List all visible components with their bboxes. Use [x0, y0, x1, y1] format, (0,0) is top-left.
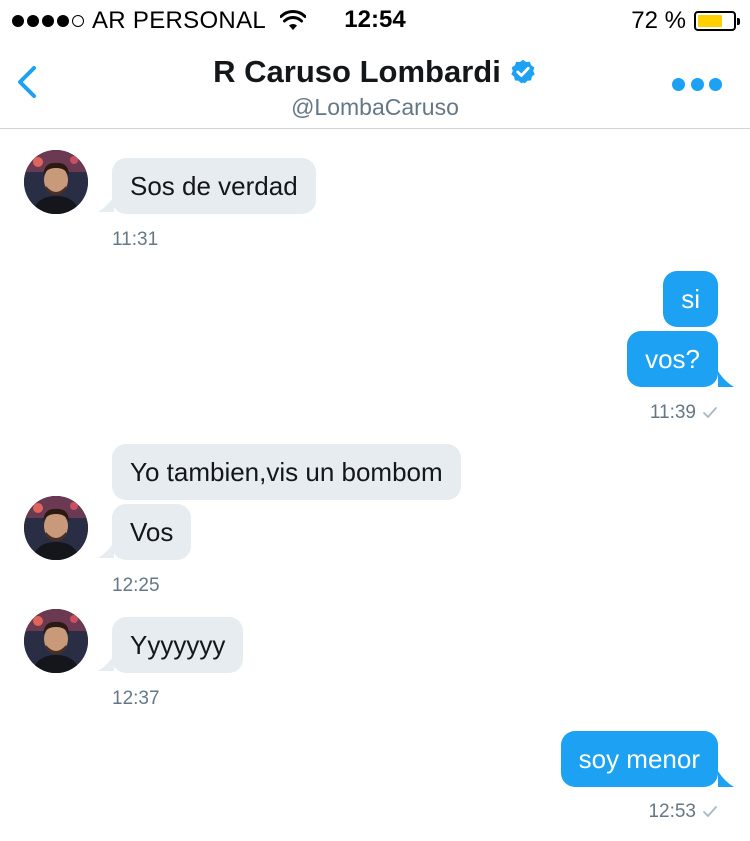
contact-avatar[interactable]: [24, 609, 88, 673]
bubble-tail: [718, 371, 734, 387]
message-timestamp: 12:53: [648, 801, 718, 823]
conversation-header: R Caruso Lombardi @LombaCaruso: [0, 40, 750, 129]
message-bubble-outgoing[interactable]: soy menor: [560, 731, 718, 787]
contact-handle: @LombaCaruso: [291, 94, 459, 120]
bubble-tail: [98, 196, 114, 212]
contact-avatar[interactable]: [24, 496, 88, 560]
battery-icon: [694, 11, 740, 31]
message-bubble-incoming[interactable]: Vos: [112, 504, 192, 560]
timestamp-text: 12:53: [648, 801, 696, 822]
contact-avatar[interactable]: [24, 150, 88, 214]
more-options-icon[interactable]: [672, 76, 722, 92]
message-timestamp: 11:31: [112, 229, 159, 250]
message-timestamp: 12:25: [112, 575, 160, 596]
read-check-icon: [703, 806, 717, 817]
message-bubble-incoming[interactable]: Yyyyyyy: [112, 617, 244, 673]
message-timestamp: 11:39: [650, 402, 718, 424]
message-timestamp: 12:37: [112, 688, 160, 709]
bubble-tail: [718, 771, 734, 787]
bubble-tail: [98, 655, 114, 671]
verified-badge-icon: [511, 59, 535, 84]
message-bubble-incoming[interactable]: Yo tambien,vis un bombom: [112, 444, 461, 500]
bubble-tail: [98, 542, 114, 558]
timestamp-text: 11:39: [649, 402, 696, 423]
message-bubble-outgoing[interactable]: vos?: [627, 331, 718, 387]
message-bubble-outgoing[interactable]: si: [663, 271, 718, 327]
message-bubble-incoming[interactable]: Sos de verdad: [112, 158, 316, 214]
status-bar: AR PERSONAL 12:54 72 %: [0, 0, 750, 40]
battery-percentage: 72 %: [631, 7, 686, 34]
read-check-icon: [703, 407, 717, 418]
contact-name[interactable]: R Caruso Lombardi: [213, 54, 501, 90]
